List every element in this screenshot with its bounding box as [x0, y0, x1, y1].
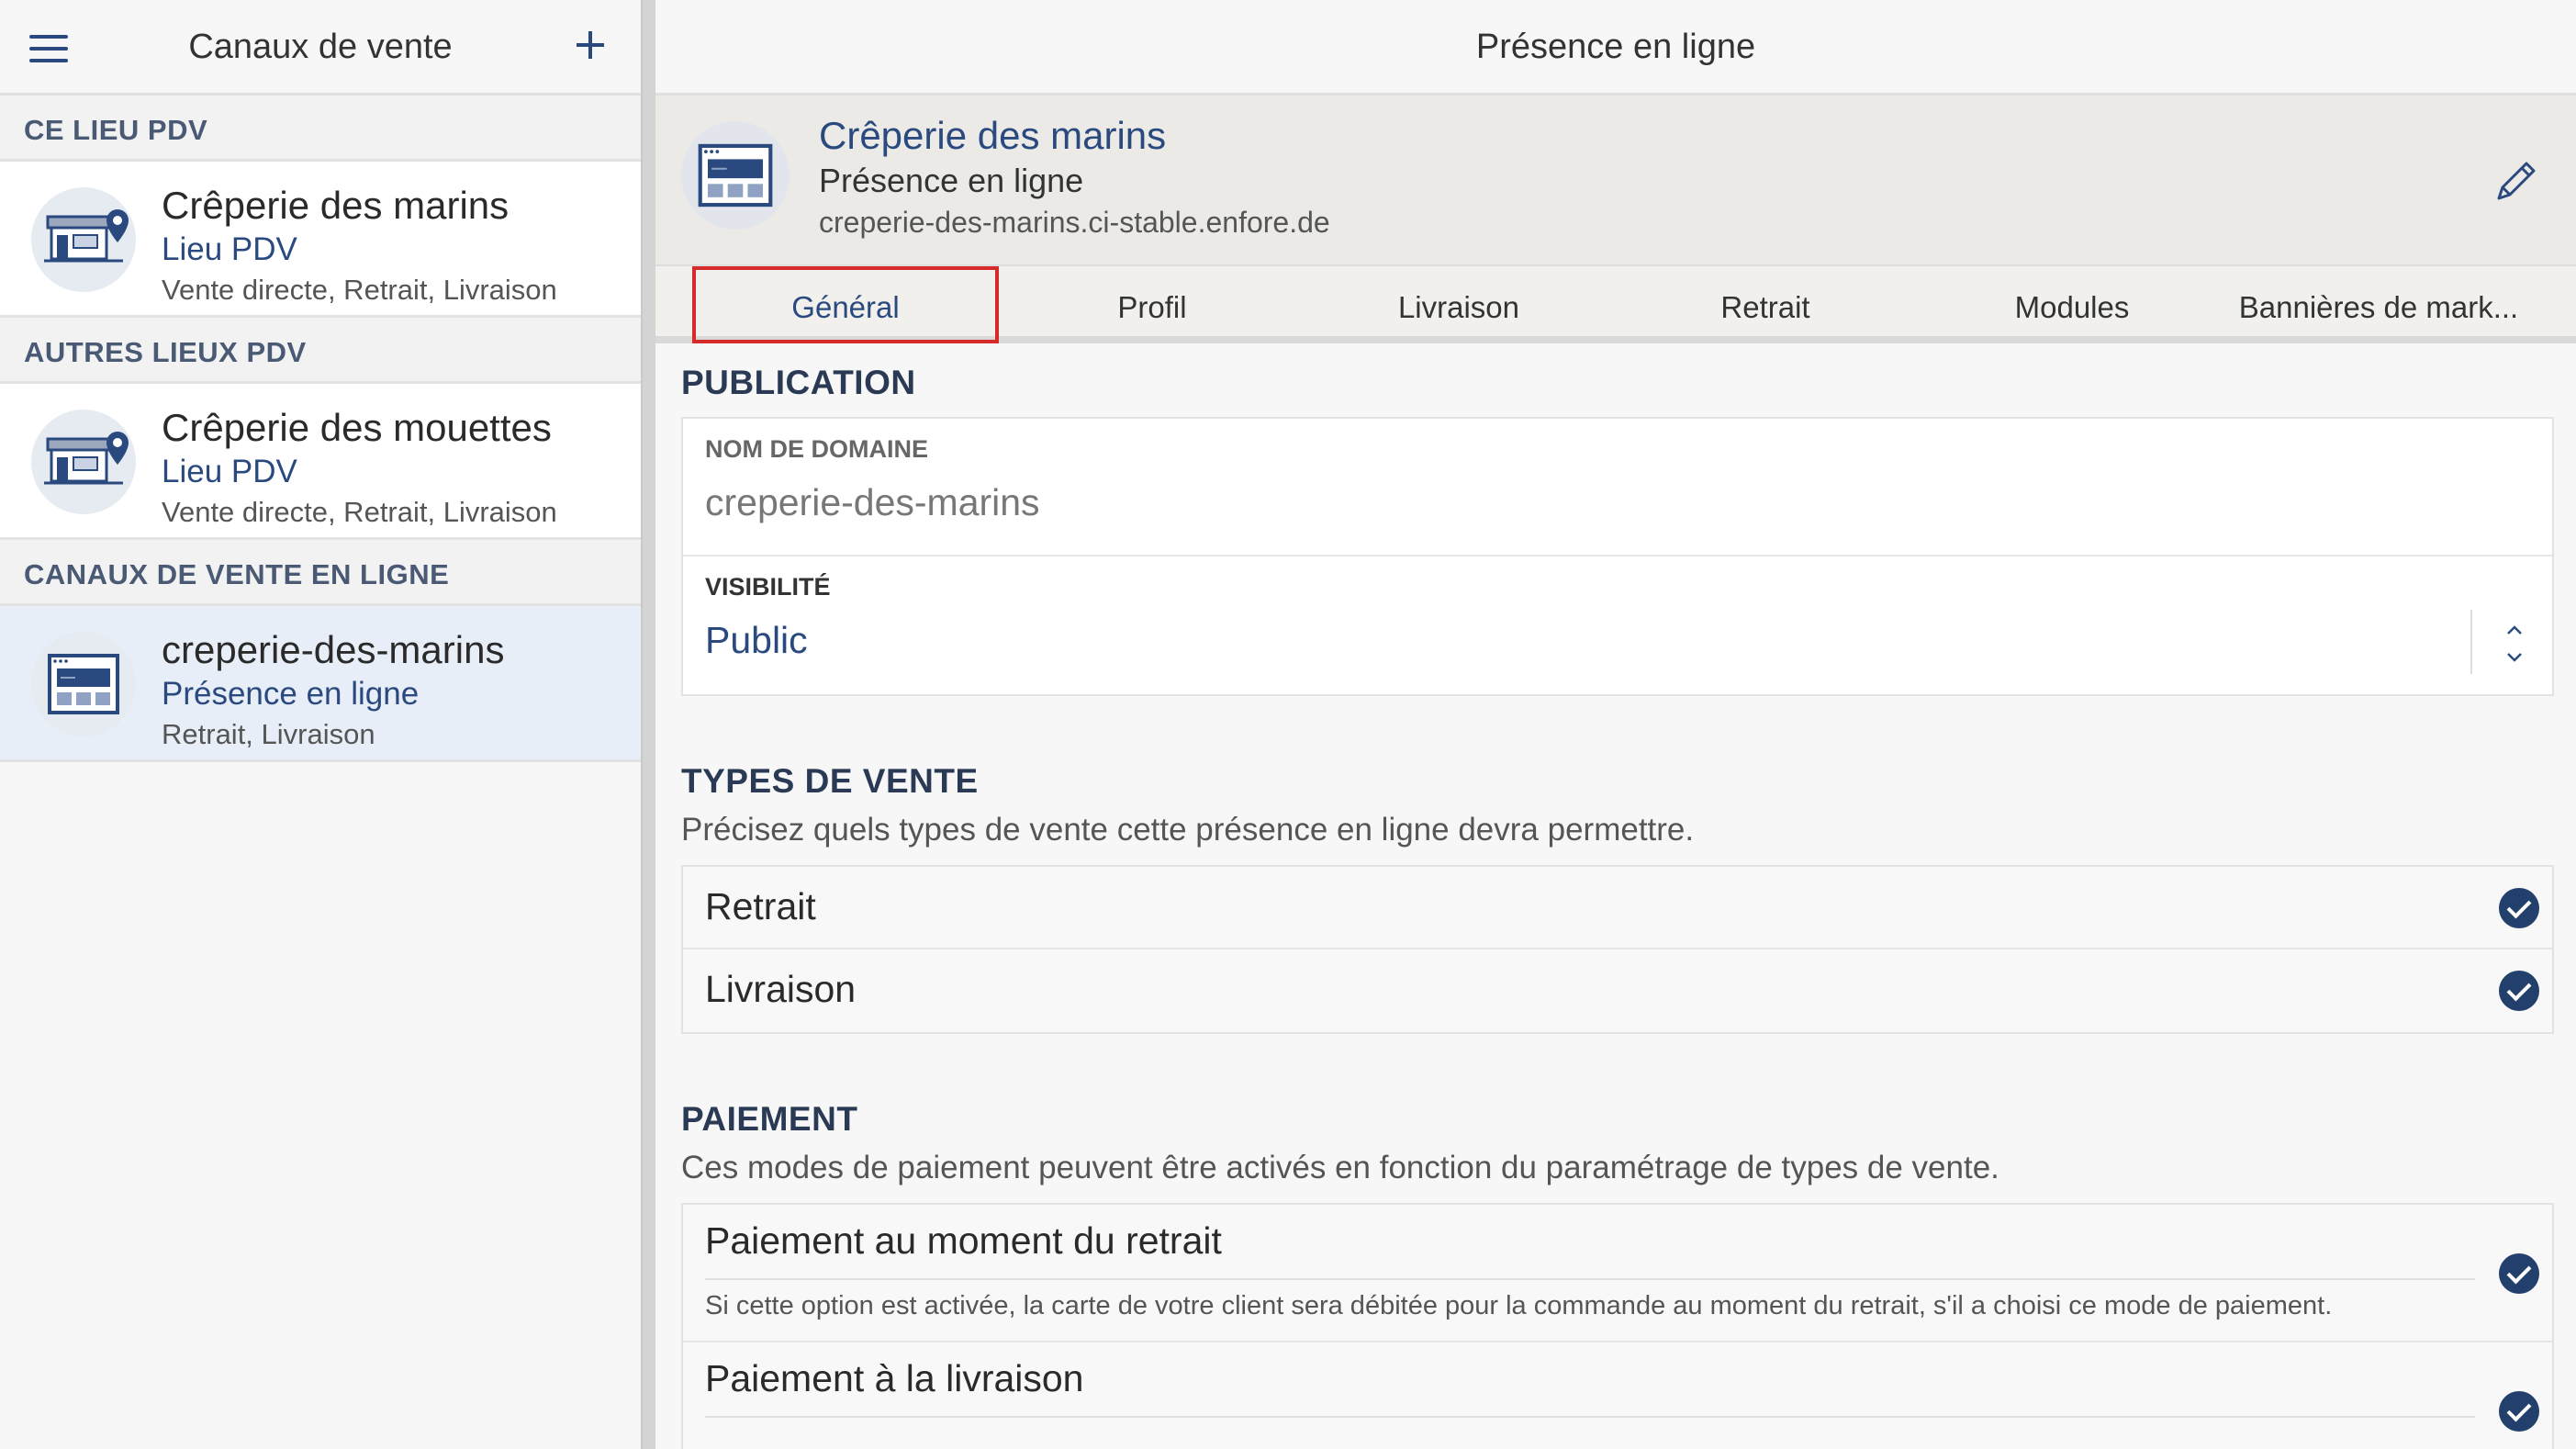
sidebar-item-creperie-des-marins-online[interactable]: creperie-des-marins Présence en ligne Re…	[0, 606, 641, 762]
pencil-edit-icon[interactable]	[2488, 154, 2543, 209]
checkmark-icon[interactable]	[2499, 888, 2539, 928]
sidebar-item-modes: Retrait, Livraison	[162, 718, 375, 750]
publication-card: NOM DE DOMAINE creperie-des-marins VISIB…	[681, 417, 2554, 696]
sidebar: Canaux de vente CE LIEU PDV Crêperie des…	[0, 0, 641, 1449]
sale-types-card: Retrait Livraison	[681, 865, 2554, 1034]
channel-name: Crêperie des marins	[819, 114, 1167, 157]
domain-name-field[interactable]: NOM DE DOMAINE creperie-des-marins	[683, 419, 2552, 556]
sidebar-header: Canaux de vente	[0, 0, 641, 95]
visibility-field[interactable]: VISIBILITÉ Public	[683, 556, 2552, 694]
store-location-icon	[31, 410, 136, 514]
divider	[705, 1278, 2475, 1280]
divider	[2470, 610, 2472, 674]
sale-type-livraison[interactable]: Livraison	[683, 949, 2552, 1032]
sidebar-item-creperie-des-marins[interactable]: Crêperie des marins Lieu PDV Vente direc…	[0, 162, 641, 318]
section-title-payment: PAIEMENT	[681, 1100, 858, 1138]
sidebar-title: Canaux de vente	[188, 28, 453, 66]
section-desc-sale-types: Précisez quels types de vente cette prés…	[681, 812, 1695, 848]
payment-card: Paiement au moment du retrait Si cette o…	[681, 1203, 2554, 1449]
section-desc-payment: Ces modes de paiement peuvent être activ…	[681, 1150, 1999, 1185]
tab-retrait[interactable]: Retrait	[1612, 266, 1919, 343]
tab-bar: Général Profil Livraison Retrait Modules…	[655, 266, 2576, 343]
sidebar-item-name: Crêperie des mouettes	[162, 406, 552, 449]
section-header-online-channels: CANAUX DE VENTE EN LIGNE	[0, 540, 641, 606]
sale-type-retrait[interactable]: Retrait	[683, 867, 2552, 949]
domain-name-label: NOM DE DOMAINE	[705, 435, 928, 463]
section-title-publication: PUBLICATION	[681, 364, 916, 401]
visibility-label: VISIBILITÉ	[705, 573, 831, 601]
sidebar-item-name: Crêperie des marins	[162, 184, 510, 227]
visibility-value[interactable]: Public	[705, 619, 808, 662]
payment-label: Paiement au moment du retrait	[705, 1219, 1222, 1262]
tab-profil[interactable]: Profil	[999, 266, 1305, 343]
add-channel-icon[interactable]	[574, 28, 607, 61]
sale-type-label: Retrait	[705, 885, 816, 927]
section-header-other-locations: AUTRES LIEUX PDV	[0, 318, 641, 384]
sidebar-item-modes: Vente directe, Retrait, Livraison	[162, 274, 557, 306]
payment-label: Paiement à la livraison	[705, 1357, 1084, 1399]
checkmark-icon[interactable]	[2499, 1391, 2539, 1432]
channel-card: Crêperie des marins Présence en ligne cr…	[655, 95, 2576, 266]
sidebar-item-type: Présence en ligne	[162, 676, 420, 712]
sidebar-item-modes: Vente directe, Retrait, Livraison	[162, 496, 557, 528]
sidebar-item-type: Lieu PDV	[162, 454, 297, 489]
page-title: Présence en ligne	[655, 0, 2576, 95]
divider	[705, 1416, 2475, 1418]
channel-type: Présence en ligne	[819, 162, 1084, 199]
payment-on-delivery[interactable]: Paiement à la livraison	[683, 1342, 2552, 1449]
checkmark-icon[interactable]	[2499, 971, 2539, 1011]
channel-domain: creperie-des-marins.ci-stable.enfore.de	[819, 206, 1330, 239]
tab-general[interactable]: Général	[692, 266, 999, 343]
browser-window-icon	[31, 632, 136, 736]
main-panel: Présence en ligne Crêperie des marins Pr…	[655, 0, 2576, 1449]
section-header-this-location: CE LIEU PDV	[0, 95, 641, 162]
sale-type-label: Livraison	[705, 968, 857, 1010]
payment-hint: Si cette option est activée, la carte de…	[705, 1291, 2333, 1320]
tab-livraison[interactable]: Livraison	[1305, 266, 1612, 343]
sidebar-item-creperie-des-mouettes[interactable]: Crêperie des mouettes Lieu PDV Vente dir…	[0, 384, 641, 540]
domain-name-value[interactable]: creperie-des-marins	[705, 481, 1040, 524]
sidebar-item-name: creperie-des-marins	[162, 628, 505, 671]
store-location-icon	[31, 187, 136, 292]
tab-modules[interactable]: Modules	[1919, 266, 2225, 343]
sidebar-divider	[641, 0, 655, 1449]
section-title-sale-types: TYPES DE VENTE	[681, 762, 979, 800]
chevron-up-down-icon[interactable]	[2501, 619, 2528, 668]
tab-bannieres[interactable]: Bannières de mark...	[2225, 266, 2532, 343]
payment-at-pickup[interactable]: Paiement au moment du retrait Si cette o…	[683, 1205, 2552, 1342]
general-content: PUBLICATION NOM DE DOMAINE creperie-des-…	[681, 343, 2554, 1449]
checkmark-icon[interactable]	[2499, 1253, 2539, 1294]
sidebar-item-type: Lieu PDV	[162, 231, 297, 267]
browser-window-icon	[681, 121, 790, 230]
